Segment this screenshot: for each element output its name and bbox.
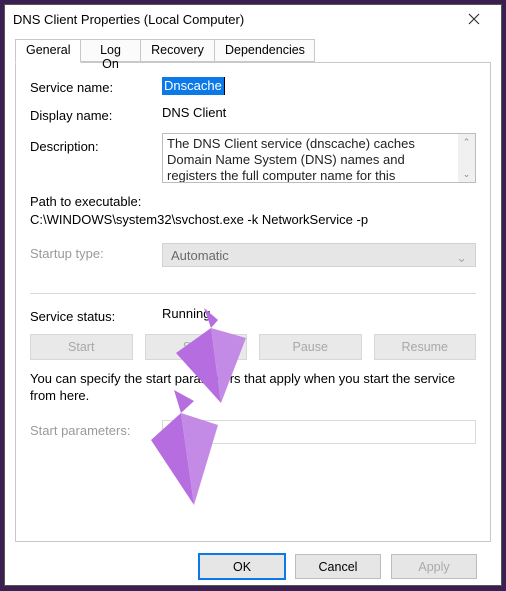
description-label: Description: <box>30 133 162 154</box>
tabstrip: General Log On Recovery Dependencies <box>15 39 491 63</box>
start-button: Start <box>30 334 133 360</box>
dialog-footer: OK Cancel Apply <box>15 542 491 591</box>
close-button[interactable] <box>455 5 493 33</box>
scroll-up-icon[interactable]: ⌃ <box>463 134 471 150</box>
start-parameters-label: Start parameters: <box>30 420 162 438</box>
stop-button: Stop <box>145 334 248 360</box>
tab-dependencies[interactable]: Dependencies <box>215 39 315 62</box>
service-name-label: Service name: <box>30 77 162 95</box>
close-icon <box>468 13 480 25</box>
service-name-value: Dnscache <box>162 77 476 95</box>
service-status-label: Service status: <box>30 306 162 324</box>
dialog-content: General Log On Recovery Dependencies Ser… <box>5 33 501 591</box>
chevron-down-icon: ⌄ <box>456 250 467 266</box>
titlebar: DNS Client Properties (Local Computer) <box>5 5 501 33</box>
description-textbox[interactable]: The DNS Client service (dnscache) caches… <box>162 133 476 183</box>
path-value: C:\WINDOWS\system32\svchost.exe -k Netwo… <box>30 211 476 229</box>
tab-general[interactable]: General <box>15 39 81 63</box>
path-label: Path to executable: <box>30 193 476 211</box>
tab-recovery[interactable]: Recovery <box>141 39 215 62</box>
scroll-down-icon[interactable]: ⌄ <box>463 166 471 182</box>
service-control-buttons: Start Stop Pause Resume <box>30 334 476 360</box>
service-status-value: Running <box>162 306 476 321</box>
window-title: DNS Client Properties (Local Computer) <box>13 12 455 27</box>
pause-button: Pause <box>259 334 362 360</box>
display-name-value: DNS Client <box>162 105 476 120</box>
tab-logon[interactable]: Log On <box>81 39 141 62</box>
panel-general: Service name: Dnscache Display name: DNS… <box>15 62 491 542</box>
display-name-label: Display name: <box>30 105 162 123</box>
resume-button: Resume <box>374 334 477 360</box>
cancel-button[interactable]: Cancel <box>295 554 381 579</box>
start-parameters-input <box>162 420 476 444</box>
path-section: Path to executable: C:\WINDOWS\system32\… <box>30 193 476 229</box>
properties-dialog: DNS Client Properties (Local Computer) G… <box>4 4 502 586</box>
start-params-instructions: You can specify the start parameters tha… <box>30 370 476 404</box>
apply-button: Apply <box>391 554 477 579</box>
startup-type-label: Startup type: <box>30 243 162 261</box>
startup-type-value: Automatic <box>171 248 229 263</box>
startup-type-select: Automatic ⌄ <box>162 243 476 267</box>
ok-button[interactable]: OK <box>199 554 285 579</box>
separator <box>30 293 476 294</box>
description-scrollbar[interactable]: ⌃ ⌄ <box>458 134 475 182</box>
